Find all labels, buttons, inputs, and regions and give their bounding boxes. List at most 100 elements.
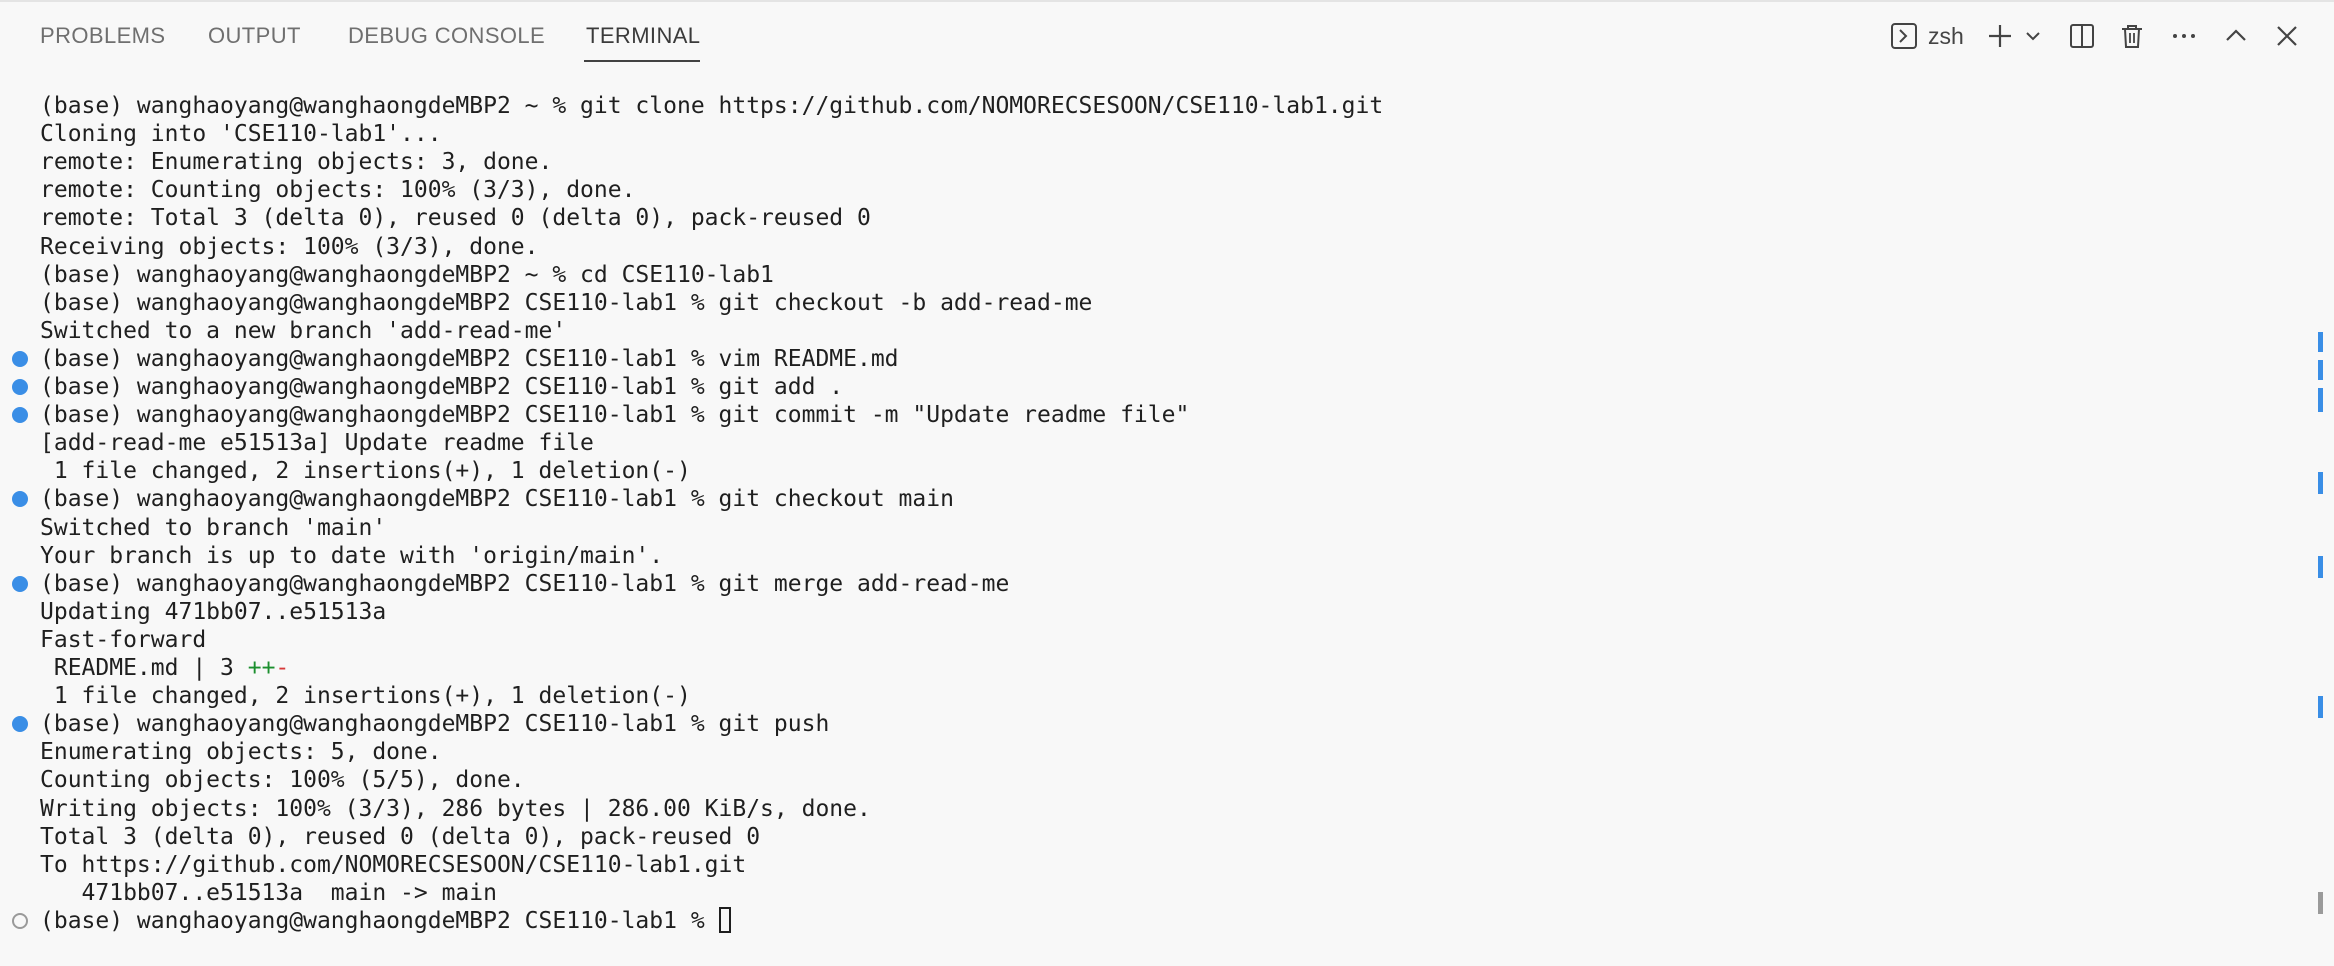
split-icon <box>2068 22 2096 50</box>
close-icon <box>2274 23 2300 49</box>
terminal-line: Receiving objects: 100% (3/3), done. <box>40 233 539 261</box>
terminal-line-text: Counting objects: 100% (5/5), done. <box>40 767 525 793</box>
terminal-line-text: Your branch is up to date with 'origin/m… <box>40 543 664 569</box>
tab-terminal[interactable]: TERMINAL <box>586 23 700 49</box>
command-pending-decoration-icon[interactable] <box>12 913 28 929</box>
terminal-line: Cloning into 'CSE110-lab1'... <box>40 120 442 148</box>
diffstat-file: README.md | 3 <box>40 655 248 681</box>
command-success-decoration-icon[interactable] <box>12 407 28 423</box>
terminal-line: (base) wanghaoyang@wanghaongdeMBP2 CSE11… <box>40 345 899 373</box>
terminal-line: Writing objects: 100% (3/3), 286 bytes |… <box>40 795 871 823</box>
terminal-line: (base) wanghaoyang@wanghaongdeMBP2 CSE11… <box>40 907 731 935</box>
plus-icon <box>1986 22 2014 50</box>
terminal-line: remote: Total 3 (delta 0), reused 0 (del… <box>40 204 871 232</box>
terminal-line: 1 file changed, 2 insertions(+), 1 delet… <box>40 682 691 710</box>
terminal-line: remote: Counting objects: 100% (3/3), do… <box>40 176 635 204</box>
terminal-line: Enumerating objects: 5, done. <box>40 738 442 766</box>
terminal-line: To https://github.com/NOMORECSESOON/CSE1… <box>40 851 746 879</box>
terminal-line: 471bb07..e51513a main -> main <box>40 879 497 907</box>
terminal-icon <box>1890 22 1918 50</box>
terminal-line-text: 1 file changed, 2 insertions(+), 1 delet… <box>40 458 691 484</box>
terminal-line: 1 file changed, 2 insertions(+), 1 delet… <box>40 457 691 485</box>
command-success-decoration-icon[interactable] <box>12 491 28 507</box>
terminal-line: (base) wanghaoyang@wanghaongdeMBP2 CSE11… <box>40 373 843 401</box>
terminal-line: (base) wanghaoyang@wanghaongdeMBP2 CSE11… <box>40 710 829 738</box>
terminal-cursor <box>718 907 731 933</box>
command-success-decoration-icon[interactable] <box>12 351 28 367</box>
tab-output[interactable]: OUTPUT <box>208 23 301 49</box>
terminal-line-text: Updating 471bb07..e51513a <box>40 599 387 625</box>
terminal-line: remote: Enumerating objects: 3, done. <box>40 148 552 176</box>
terminal-line-text: (base) wanghaoyang@wanghaongdeMBP2 CSE11… <box>40 402 1190 428</box>
terminal-line-text: Enumerating objects: 5, done. <box>40 739 442 765</box>
terminal-line-text: (base) wanghaoyang@wanghaongdeMBP2 CSE11… <box>40 486 954 512</box>
terminal-line-text: Total 3 (delta 0), reused 0 (delta 0), p… <box>40 824 761 850</box>
terminal-line: (base) wanghaoyang@wanghaongdeMBP2 ~ % g… <box>40 92 1383 120</box>
terminal-profile-dropdown[interactable] <box>2024 18 2042 54</box>
terminal-shell-selector[interactable]: zsh <box>1890 18 1964 54</box>
terminal-line-text: Cloning into 'CSE110-lab1'... <box>40 121 442 147</box>
tab-problems[interactable]: PROBLEMS <box>40 23 165 49</box>
terminal-line: Updating 471bb07..e51513a <box>40 598 386 626</box>
scrollbar-marker <box>2318 360 2323 380</box>
terminal-line: Counting objects: 100% (5/5), done. <box>40 766 525 794</box>
chevron-up-icon <box>2222 22 2250 50</box>
terminal-output[interactable]: (base) wanghaoyang@wanghaongdeMBP2 ~ % g… <box>0 88 2334 948</box>
terminal-line: [add-read-me e51513a] Update readme file <box>40 429 594 457</box>
scrollbar-marker <box>2318 472 2323 494</box>
terminal-line-text: (base) wanghaoyang@wanghaongdeMBP2 CSE11… <box>40 711 830 737</box>
scrollbar-marker <box>2318 556 2323 578</box>
terminal-line-text: Switched to a new branch 'add-read-me' <box>40 318 567 344</box>
more-actions-button[interactable] <box>2170 18 2198 54</box>
terminal-line: (base) wanghaoyang@wanghaongdeMBP2 CSE11… <box>40 485 954 513</box>
terminal-line-text: [add-read-me e51513a] Update readme file <box>40 430 594 456</box>
command-success-decoration-icon[interactable] <box>12 576 28 592</box>
tab-debug-console[interactable]: DEBUG CONSOLE <box>348 23 545 49</box>
scrollbar-marker <box>2318 696 2323 718</box>
terminal-line-text: Switched to branch 'main' <box>40 515 387 541</box>
kill-terminal-button[interactable] <box>2118 18 2146 54</box>
terminal-line: (base) wanghaoyang@wanghaongdeMBP2 ~ % c… <box>40 261 774 289</box>
terminal-line: (base) wanghaoyang@wanghaongdeMBP2 CSE11… <box>40 289 1092 317</box>
trash-icon <box>2118 22 2146 50</box>
terminal-line-text: (base) wanghaoyang@wanghaongdeMBP2 CSE11… <box>40 290 1093 316</box>
maximize-panel-button[interactable] <box>2222 18 2250 54</box>
terminal-line: Switched to branch 'main' <box>40 514 386 542</box>
terminal-line: (base) wanghaoyang@wanghaongdeMBP2 CSE11… <box>40 570 1009 598</box>
active-tab-indicator <box>584 60 700 62</box>
terminal-line-text: remote: Counting objects: 100% (3/3), do… <box>40 177 636 203</box>
terminal-line-text: (base) wanghaoyang@wanghaongdeMBP2 CSE11… <box>40 346 899 372</box>
terminal-line-text: Fast-forward <box>40 627 207 653</box>
terminal-line-text: remote: Total 3 (delta 0), reused 0 (del… <box>40 205 871 231</box>
command-success-decoration-icon[interactable] <box>12 716 28 732</box>
terminal-line-text: remote: Enumerating objects: 3, done. <box>40 149 553 175</box>
command-success-decoration-icon[interactable] <box>12 379 28 395</box>
new-terminal-button[interactable] <box>1986 18 2014 54</box>
scrollbar-marker <box>2318 388 2323 412</box>
terminal-line: Fast-forward <box>40 626 206 654</box>
terminal-line-text: (base) wanghaoyang@wanghaongdeMBP2 ~ % c… <box>40 262 774 288</box>
diffstat-insertions: ++ <box>247 655 276 681</box>
diffstat-deletions: - <box>275 655 290 681</box>
panel-tab-bar: PROBLEMS OUTPUT DEBUG CONSOLE TERMINAL z… <box>0 0 2334 72</box>
terminal-line: README.md | 3 ++- <box>40 654 289 682</box>
terminal-line-text: Writing objects: 100% (3/3), 286 bytes |… <box>40 796 871 822</box>
close-panel-button[interactable] <box>2274 18 2300 54</box>
split-terminal-button[interactable] <box>2068 18 2096 54</box>
terminal-line-text: (base) wanghaoyang@wanghaongdeMBP2 CSE11… <box>40 571 1010 597</box>
more-icon <box>2170 22 2198 50</box>
scrollbar-marker <box>2318 332 2323 352</box>
terminal-line: Switched to a new branch 'add-read-me' <box>40 317 566 345</box>
terminal-line-text: (base) wanghaoyang@wanghaongdeMBP2 ~ % g… <box>40 93 1384 119</box>
scrollbar-marker <box>2318 892 2323 914</box>
shell-name: zsh <box>1928 22 1964 49</box>
terminal-line-text: 471bb07..e51513a main -> main <box>40 880 497 906</box>
chevron-down-icon <box>2024 27 2042 45</box>
terminal-line-text: 1 file changed, 2 insertions(+), 1 delet… <box>40 683 691 709</box>
terminal-line: (base) wanghaoyang@wanghaongdeMBP2 CSE11… <box>40 401 1189 429</box>
terminal-line-text: (base) wanghaoyang@wanghaongdeMBP2 CSE11… <box>40 908 719 934</box>
terminal-line-text: (base) wanghaoyang@wanghaongdeMBP2 CSE11… <box>40 374 844 400</box>
terminal-line-text: Receiving objects: 100% (3/3), done. <box>40 234 539 260</box>
terminal-line: Your branch is up to date with 'origin/m… <box>40 542 663 570</box>
terminal-line-text: To https://github.com/NOMORECSESOON/CSE1… <box>40 852 747 878</box>
